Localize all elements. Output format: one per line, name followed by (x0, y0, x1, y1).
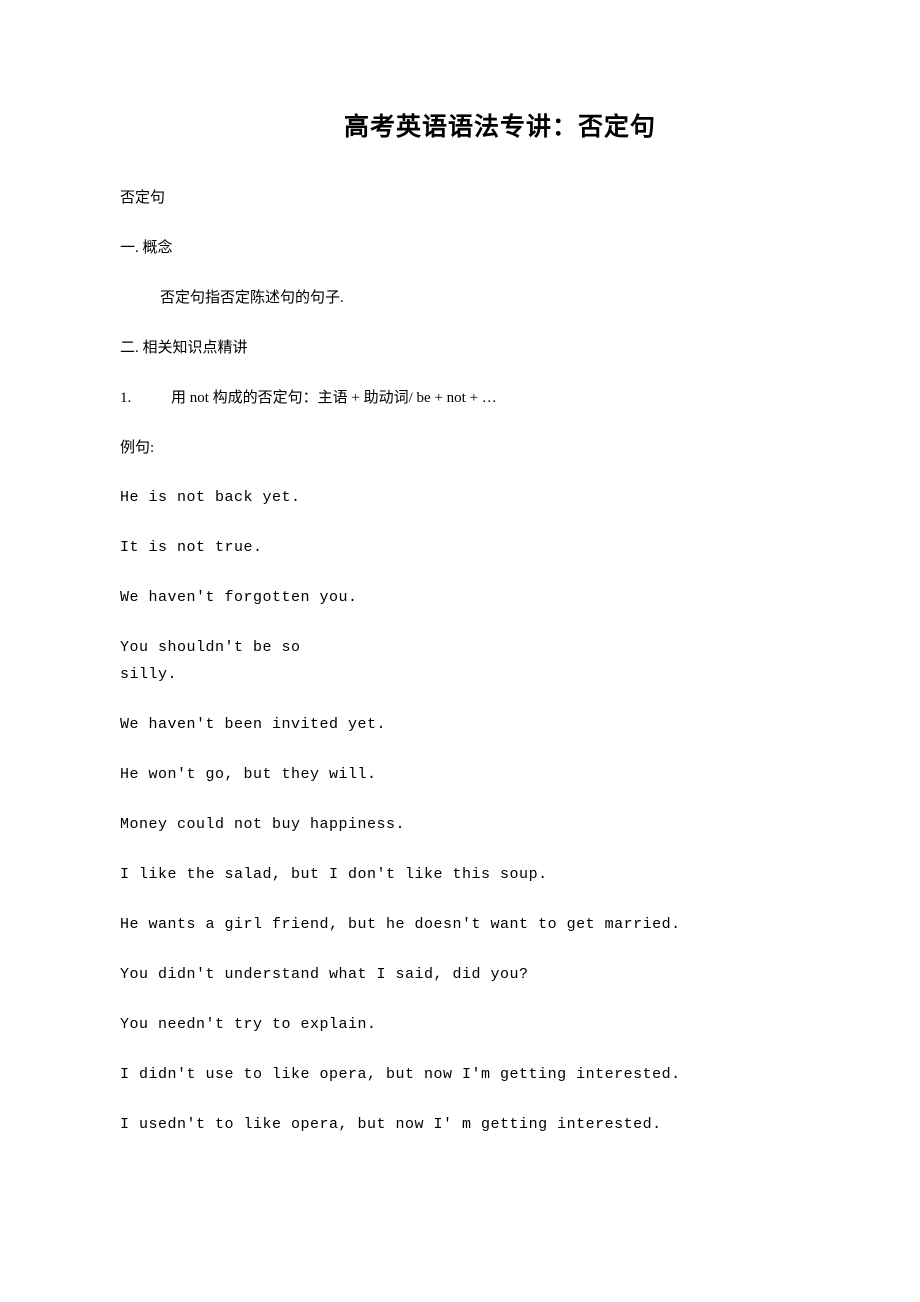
example-sentence: You shouldn't be so (120, 636, 800, 660)
example-sentence: We haven't been invited yet. (120, 713, 800, 737)
rule-1: 1. 用 not 构成的否定句：主语 + 助动词/ be + not + … (120, 386, 800, 410)
topic-heading: 否定句 (120, 186, 800, 210)
example-sentence: You didn't understand what I said, did y… (120, 963, 800, 987)
page-title: 高考英语语法专讲：否定句 (200, 108, 800, 148)
example-sentence: I like the salad, but I don't like this … (120, 863, 800, 887)
example-sentence: He wants a girl friend, but he doesn't w… (120, 913, 800, 937)
example-sentence: We haven't forgotten you. (120, 586, 800, 610)
example-sentence: Money could not buy happiness. (120, 813, 800, 837)
rule-number: 1. (120, 390, 131, 406)
example-sentence: I usedn't to like opera, but now I' m ge… (120, 1113, 800, 1137)
section-2-heading: 二. 相关知识点精讲 (120, 336, 800, 360)
section-1-body: 否定句指否定陈述句的句子. (120, 286, 800, 310)
rule-text: 用 not 构成的否定句：主语 + 助动词/ be + not + … (171, 390, 497, 406)
example-sentence: He won't go, but they will. (120, 763, 800, 787)
example-sentence-continuation: silly. (120, 663, 800, 687)
example-sentence: He is not back yet. (120, 486, 800, 510)
example-sentence: It is not true. (120, 536, 800, 560)
example-sentence: I didn't use to like opera, but now I'm … (120, 1063, 800, 1087)
section-1-heading: 一. 概念 (120, 236, 800, 260)
examples-label: 例句: (120, 436, 800, 460)
example-sentence: You needn't try to explain. (120, 1013, 800, 1037)
